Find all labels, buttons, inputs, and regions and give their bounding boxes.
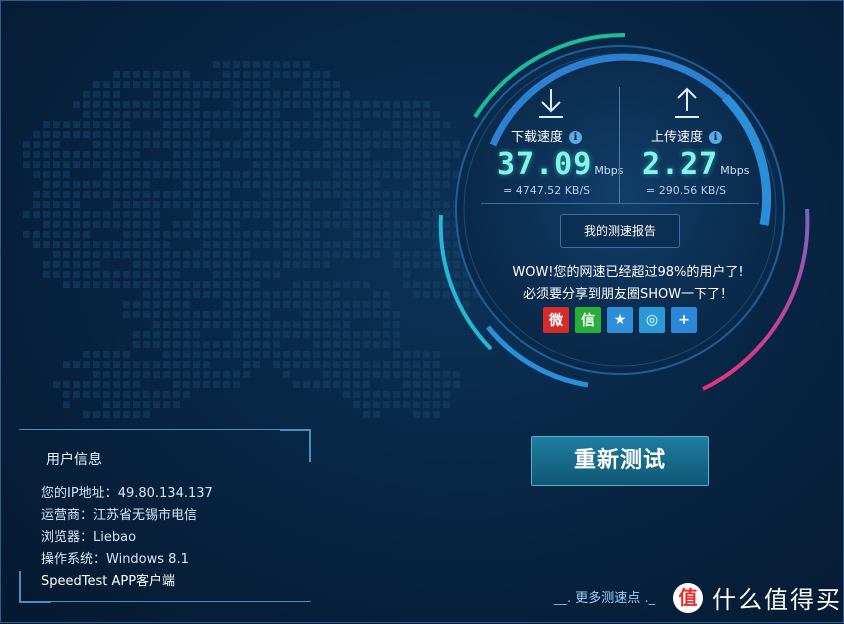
user-info-panel: 用户信息 您的IP地址：49.80.134.137 运营商：江苏省无锡市电信 浏…	[19, 429, 313, 604]
upload-kbs: = 290.56 KB/S	[646, 184, 726, 197]
upload-info-icon[interactable]: i	[709, 131, 723, 144]
download-info-icon[interactable]: i	[569, 131, 583, 144]
user-info-title: 用户信息	[46, 452, 102, 468]
tencent-weibo-icon[interactable]: ◎	[639, 307, 665, 333]
browser-label: 浏览器：	[41, 530, 94, 545]
share-line-1: WOW!您的网速已经超过98%的用户了!	[512, 265, 744, 280]
more-points-link[interactable]: __. 更多测速点 ._	[554, 587, 655, 606]
download-kbs: = 4747.52 KB/S	[503, 184, 590, 197]
isp-value: 江苏省无锡市电信	[93, 508, 198, 523]
smzdm-logo-icon: 值	[673, 582, 703, 613]
share-icons: 微信 ★ ◎ +	[543, 307, 697, 333]
isp-label: 运营商：	[41, 508, 94, 523]
ip-row: 您的IP地址：49.80.134.137	[41, 482, 213, 501]
panel-border-top	[19, 429, 295, 430]
speed-divider	[619, 87, 620, 203]
watermark: 值 什么值得买	[673, 580, 842, 615]
speed-gauge: 下载速度 i 37.09 Mbps = 4747.52 KB/S 上传速度 i 2.2…	[435, 27, 821, 397]
speedtest-page: 下载速度 i 37.09 Mbps = 4747.52 KB/S 上传速度 i 2.2…	[0, 0, 844, 623]
os-label: 操作系统：	[41, 552, 107, 567]
browser-row: 浏览器：Liebao	[41, 526, 136, 545]
qzone-icon[interactable]: ★	[607, 307, 633, 333]
panel-corner-bl-v	[19, 571, 21, 603]
retest-button[interactable]: 重新测试	[531, 436, 709, 486]
upload-kbs-unit: KB/S	[700, 184, 727, 197]
download-kbs-value: 4747.52	[515, 184, 562, 197]
more-link-dots-left: __.	[554, 591, 572, 606]
ip-value: 49.80.134.137	[117, 486, 213, 501]
weibo-icon[interactable]: 微	[543, 307, 569, 333]
download-kbs-prefix: =	[503, 184, 513, 197]
download-speed-value: 37.09	[497, 147, 593, 182]
speed-baseline	[481, 203, 759, 204]
upload-kbs-prefix: =	[646, 184, 656, 197]
isp-row: 运营商：江苏省无锡市电信	[41, 504, 197, 523]
upload-kbs-value: 290.56	[658, 184, 698, 197]
more-points-text: 更多测速点	[575, 591, 641, 606]
upload-label-wrap: 上传速度 i	[651, 126, 723, 145]
wechat-icon[interactable]: 信	[575, 307, 601, 333]
browser-value: Liebao	[93, 530, 137, 545]
download-label: 下载速度	[511, 130, 564, 145]
upload-speed-value: 2.27	[642, 147, 719, 182]
upload-label: 上传速度	[651, 130, 704, 145]
watermark-text: 什么值得买	[712, 586, 842, 614]
panel-border-bottom	[51, 601, 311, 602]
upload-speed: 2.27 Mbps	[642, 147, 749, 182]
panel-corner-bl-h	[19, 601, 51, 603]
download-label-wrap: 下载速度 i	[511, 126, 583, 145]
upload-speed-unit: Mbps	[720, 164, 750, 177]
gauge-rings	[438, 32, 810, 391]
more-link-dots-right: ._	[644, 591, 656, 606]
share-line-2: 必须要分享到朋友圈SHOW一下了！	[522, 287, 734, 302]
my-report-button[interactable]: 我的测速报告	[560, 214, 680, 248]
download-kbs-unit: KB/S	[564, 184, 591, 197]
ip-label: 您的IP地址：	[41, 486, 118, 501]
os-row: 操作系统：Windows 8.1	[41, 548, 189, 567]
os-value: Windows 8.1	[106, 552, 189, 567]
download-speed: 37.09 Mbps	[497, 147, 624, 182]
speedtest-app-link[interactable]: SpeedTest APP客户端	[41, 570, 175, 589]
panel-corner-tr-h	[280, 429, 310, 431]
panel-corner-tr-v	[309, 429, 311, 462]
more-share-icon[interactable]: +	[671, 307, 697, 333]
